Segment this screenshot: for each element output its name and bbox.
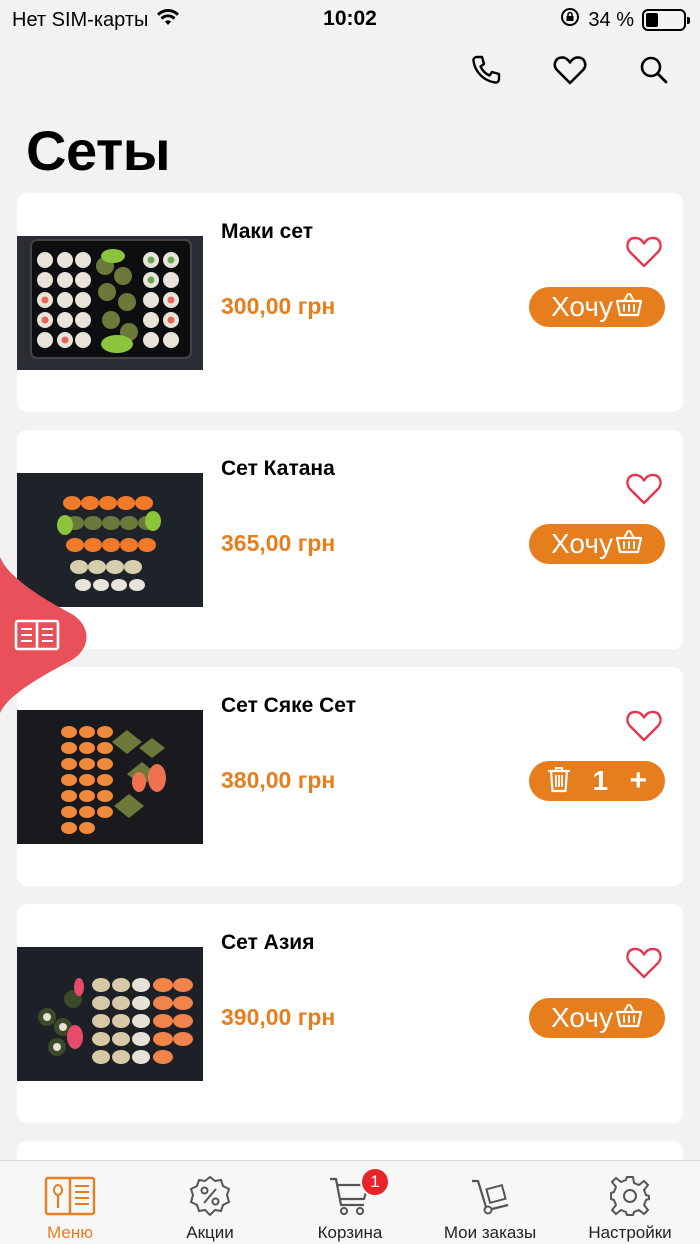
product-name: Сет Сяке Сет (221, 694, 356, 717)
basket-icon (615, 1002, 643, 1035)
product-price: 380,00 грн (221, 767, 336, 793)
cart-count-badge: 1 (360, 1167, 390, 1197)
product-card[interactable]: Сет Азия 390,00 грн Хочу (17, 904, 683, 1123)
tab-settings[interactable]: Настройки (560, 1161, 700, 1244)
floating-menu-button[interactable] (0, 557, 90, 713)
basket-icon (615, 291, 643, 324)
gear-icon (609, 1173, 651, 1219)
status-right: 34 % (560, 7, 690, 33)
basket-icon (615, 528, 643, 561)
add-to-cart-button[interactable]: Хочу (529, 998, 665, 1038)
battery-icon (642, 9, 690, 31)
tab-label: Мои заказы (443, 1223, 537, 1242)
tab-menu[interactable]: Меню (0, 1161, 140, 1244)
page-title: Сеты (26, 119, 171, 182)
add-to-cart-label: Хочу (551, 528, 613, 559)
add-to-cart-button[interactable]: Хочу (529, 287, 665, 327)
heart-icon[interactable] (552, 52, 588, 88)
favorite-heart-icon[interactable] (625, 709, 663, 745)
header-actions (468, 52, 672, 88)
product-image (17, 947, 203, 1081)
favorite-heart-icon[interactable] (625, 472, 663, 508)
quantity-value: 1 (592, 765, 609, 796)
product-image (17, 710, 203, 844)
search-icon[interactable] (636, 52, 672, 88)
product-price: 300,00 грн (221, 293, 336, 319)
favorite-heart-icon[interactable] (625, 946, 663, 982)
product-price: 365,00 грн (221, 530, 336, 556)
product-name: Сет Катана (221, 457, 335, 480)
status-bar: Нет SIM-карты 10:02 34 % (0, 0, 700, 40)
product-name: Сет Азия (221, 931, 315, 954)
increase-quantity-button[interactable]: + (629, 766, 647, 796)
add-to-cart-label: Хочу (551, 291, 613, 322)
phone-icon[interactable] (468, 52, 504, 88)
tab-label: Настройки (588, 1223, 672, 1242)
quantity-stepper: 1 + (529, 761, 665, 801)
tab-promotions[interactable]: Акции (140, 1161, 280, 1244)
product-image (17, 236, 203, 370)
tab-label: Меню (47, 1223, 93, 1242)
battery-level (646, 13, 659, 27)
favorite-heart-icon[interactable] (625, 235, 663, 271)
product-price: 390,00 грн (221, 1004, 336, 1030)
product-list: Маки сет 300,00 грн Хочу Сет Катана 365,… (17, 193, 683, 1199)
product-card[interactable]: Маки сет 300,00 грн Хочу (17, 193, 683, 412)
tab-label: Корзина (317, 1223, 383, 1242)
tab-label: Акции (186, 1223, 234, 1242)
add-to-cart-button[interactable]: Хочу (529, 524, 665, 564)
product-card[interactable]: Сет Катана 365,00 грн Хочу (17, 430, 683, 649)
discount-icon (189, 1173, 231, 1219)
tab-my-orders[interactable]: Мои заказы (420, 1161, 560, 1244)
tab-cart[interactable]: 1 Корзина (280, 1161, 420, 1244)
orientation-lock-icon (560, 7, 580, 33)
product-name: Маки сет (221, 220, 314, 243)
delivery-icon (468, 1173, 512, 1219)
product-card[interactable]: Сет Сяке Сет 380,00 грн 1 + (17, 667, 683, 886)
add-to-cart-label: Хочу (551, 1002, 613, 1033)
trash-icon[interactable] (547, 765, 571, 798)
tab-bar: Меню Акции 1 Корзина Мои заказы Настройк… (0, 1160, 700, 1244)
menu-book-icon (44, 1173, 96, 1219)
battery-percent: 34 % (588, 8, 634, 31)
